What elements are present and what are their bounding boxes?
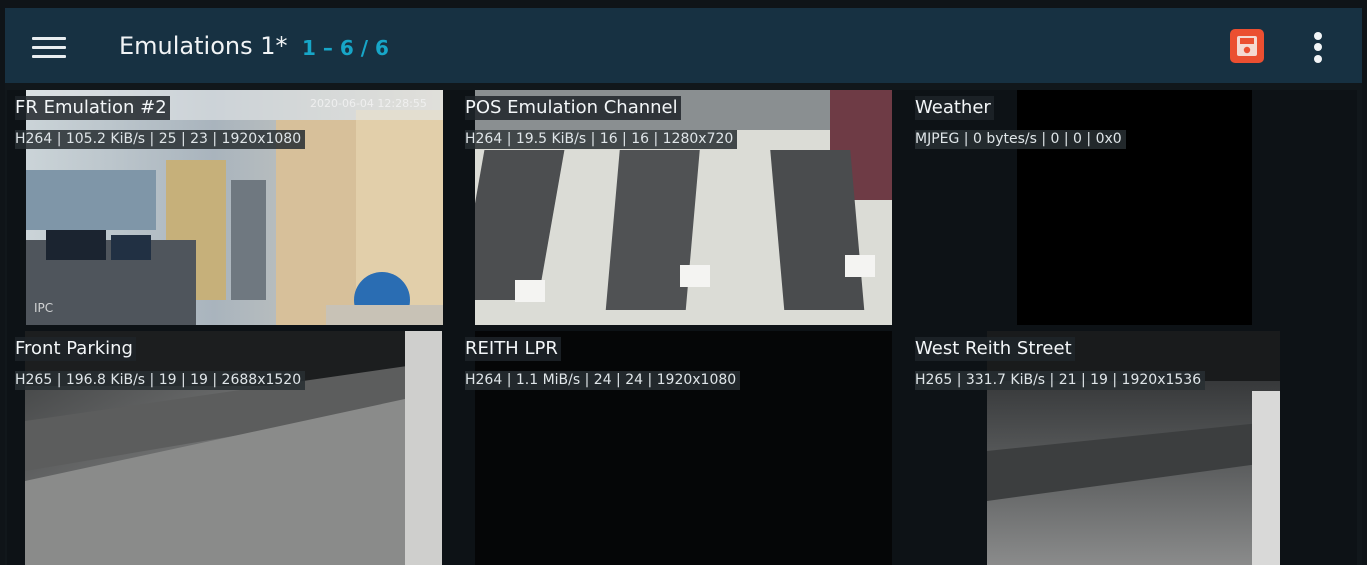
stream-stats: H265 | 196.8 KiB/s | 19 | 19 | 2688x1520 xyxy=(15,371,306,390)
save-button[interactable] xyxy=(1230,29,1264,63)
stream-stats: H264 | 105.2 KiB/s | 25 | 23 | 1920x1080 xyxy=(15,130,306,149)
video-feed-night-street xyxy=(987,331,1280,565)
tile-title: Front Parking xyxy=(15,337,136,361)
camera-tile-front-parking[interactable]: Front Parking H265 | 196.8 KiB/s | 19 | … xyxy=(7,331,457,565)
tile-title: REITH LPR xyxy=(465,337,561,361)
video-feed-dark xyxy=(475,331,892,565)
camera-tile-pos-emulation[interactable]: POS Emulation Channel H264 | 19.5 KiB/s … xyxy=(457,90,907,331)
tile-title: POS Emulation Channel xyxy=(465,96,681,120)
camera-tile-west-reith-street[interactable]: West Reith Street H265 | 331.7 KiB/s | 2… xyxy=(907,331,1357,565)
camera-tile-weather[interactable]: Weather MJPEG | 0 bytes/s | 0 | 0 | 0x0 xyxy=(907,90,1357,331)
video-feed-store xyxy=(475,90,892,325)
tile-title: Weather xyxy=(915,96,994,120)
camera-overlay-text: IPC xyxy=(34,301,54,315)
top-bar: Emulations 1* 1 – 6 / 6 xyxy=(5,8,1362,83)
page-range: 1 – 6 / 6 xyxy=(302,36,389,60)
app-window: Emulations 1* 1 – 6 / 6 2020-06-04 12:28… xyxy=(5,8,1362,565)
video-feed-office xyxy=(26,90,443,325)
video-timestamp: 2020-06-04 12:28:55 xyxy=(310,97,427,110)
stream-stats: H265 | 331.7 KiB/s | 21 | 19 | 1920x1536 xyxy=(915,371,1206,390)
stream-stats: H264 | 1.1 MiB/s | 24 | 24 | 1920x1080 xyxy=(465,371,741,390)
video-feed-blank xyxy=(1017,90,1252,325)
save-floppy-icon xyxy=(1237,36,1257,56)
camera-tile-fr-emulation[interactable]: 2020-06-04 12:28:55 IPC FR Emulation #2 … xyxy=(7,90,457,331)
stream-stats: MJPEG | 0 bytes/s | 0 | 0 | 0x0 xyxy=(915,130,1126,149)
video-feed-street xyxy=(25,331,442,565)
tile-title: West Reith Street xyxy=(915,337,1075,361)
hamburger-menu-icon[interactable] xyxy=(32,35,66,59)
layout-title: Emulations 1* xyxy=(119,32,288,60)
stream-stats: H264 | 19.5 KiB/s | 16 | 16 | 1280x720 xyxy=(465,130,738,149)
more-vertical-icon[interactable] xyxy=(1309,28,1327,66)
tile-title: FR Emulation #2 xyxy=(15,96,170,120)
camera-tile-reith-lpr[interactable]: REITH LPR H264 | 1.1 MiB/s | 24 | 24 | 1… xyxy=(457,331,907,565)
